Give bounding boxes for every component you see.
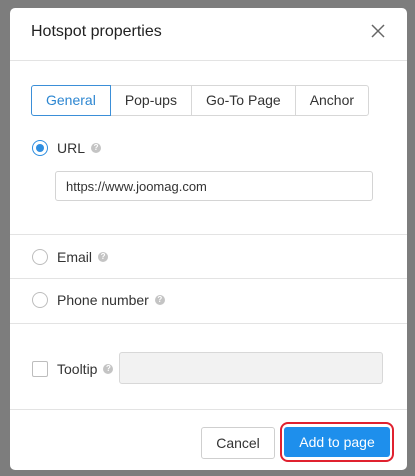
email-label: Email — [57, 249, 93, 265]
help-icon[interactable]: ? — [103, 364, 114, 374]
close-icon[interactable] — [367, 20, 389, 42]
url-input[interactable] — [55, 171, 373, 201]
tab-pop-ups[interactable]: Pop-ups — [109, 85, 192, 116]
cancel-button[interactable]: Cancel — [201, 427, 275, 459]
phone-radio[interactable] — [32, 292, 48, 308]
tab-go-to-page[interactable]: Go-To Page — [190, 85, 296, 116]
add-to-page-button[interactable]: Add to page — [284, 427, 390, 457]
divider — [10, 234, 407, 235]
phone-option: Phone number ? — [32, 292, 165, 308]
divider — [10, 278, 407, 279]
tooltip-input[interactable] — [119, 352, 383, 384]
dialog-title: Hotspot properties — [31, 23, 162, 40]
tab-anchor[interactable]: Anchor — [294, 85, 370, 116]
phone-label: Phone number — [57, 292, 149, 308]
tooltip-checkbox[interactable] — [32, 361, 48, 377]
dialog-footer: Cancel Add to page — [10, 409, 407, 470]
url-label: URL — [57, 140, 86, 156]
divider — [10, 323, 407, 324]
dialog-header: Hotspot properties — [10, 8, 407, 61]
email-radio[interactable] — [32, 249, 48, 265]
email-option: Email ? — [32, 249, 109, 265]
tooltip-label: Tooltip — [57, 361, 98, 377]
url-radio[interactable] — [32, 140, 48, 156]
hotspot-properties-dialog: Hotspot properties General Pop-ups Go-To… — [10, 8, 407, 470]
tab-general[interactable]: General — [31, 85, 111, 116]
tab-bar: General Pop-ups Go-To Page Anchor — [31, 85, 370, 116]
help-icon[interactable]: ? — [91, 143, 102, 153]
url-option: URL ? — [32, 140, 102, 156]
help-icon[interactable]: ? — [98, 252, 109, 262]
help-icon[interactable]: ? — [154, 295, 165, 305]
tooltip-option: Tooltip ? — [32, 361, 114, 377]
